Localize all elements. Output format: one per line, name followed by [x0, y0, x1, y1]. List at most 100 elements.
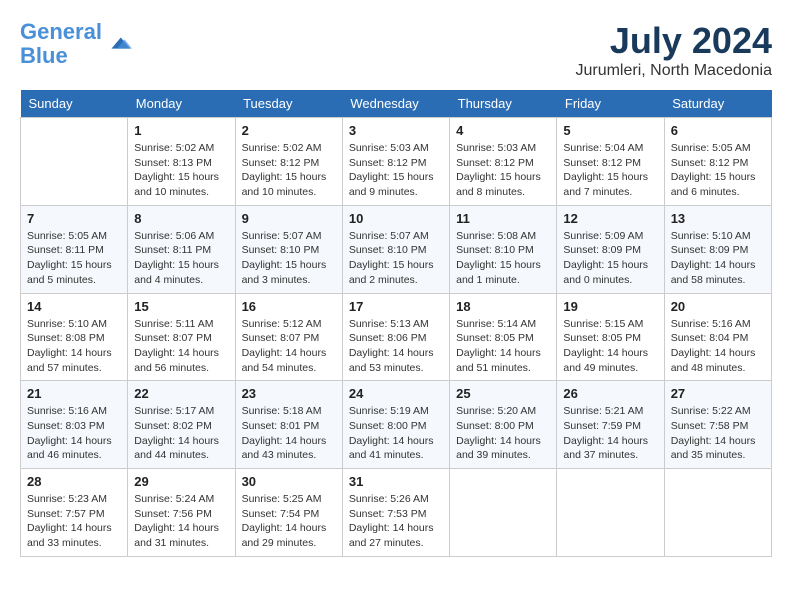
location: Jurumleri, North Macedonia — [575, 62, 772, 80]
day-of-week-header: Tuesday — [235, 90, 342, 118]
day-info: Sunrise: 5:02 AMSunset: 8:13 PMDaylight:… — [134, 141, 228, 200]
day-number: 13 — [671, 211, 765, 226]
day-number: 29 — [134, 474, 228, 489]
day-info: Sunrise: 5:19 AMSunset: 8:00 PMDaylight:… — [349, 404, 443, 463]
calendar-day-cell: 6 Sunrise: 5:05 AMSunset: 8:12 PMDaylight… — [664, 118, 771, 206]
day-info: Sunrise: 5:17 AMSunset: 8:02 PMDaylight:… — [134, 404, 228, 463]
calendar-day-cell: 10 Sunrise: 5:07 AMSunset: 8:10 PMDayligh… — [342, 205, 449, 293]
day-of-week-header: Wednesday — [342, 90, 449, 118]
calendar-week-row: 1 Sunrise: 5:02 AMSunset: 8:13 PMDaylight… — [21, 118, 772, 206]
logo-text: GeneralBlue — [20, 20, 102, 68]
calendar-day-cell: 28 Sunrise: 5:23 AMSunset: 7:57 PMDayligh… — [21, 469, 128, 557]
calendar-day-cell: 17 Sunrise: 5:13 AMSunset: 8:06 PMDayligh… — [342, 293, 449, 381]
day-number: 27 — [671, 386, 765, 401]
day-number: 2 — [242, 123, 336, 138]
calendar-day-cell: 9 Sunrise: 5:07 AMSunset: 8:10 PMDaylight… — [235, 205, 342, 293]
day-number: 22 — [134, 386, 228, 401]
day-number: 4 — [456, 123, 550, 138]
day-number: 23 — [242, 386, 336, 401]
day-number: 25 — [456, 386, 550, 401]
day-number: 9 — [242, 211, 336, 226]
calendar-day-cell: 27 Sunrise: 5:22 AMSunset: 7:58 PMDayligh… — [664, 381, 771, 469]
calendar-day-cell: 20 Sunrise: 5:16 AMSunset: 8:04 PMDayligh… — [664, 293, 771, 381]
day-info: Sunrise: 5:08 AMSunset: 8:10 PMDaylight:… — [456, 229, 550, 288]
calendar-day-cell: 31 Sunrise: 5:26 AMSunset: 7:53 PMDayligh… — [342, 469, 449, 557]
day-info: Sunrise: 5:02 AMSunset: 8:12 PMDaylight:… — [242, 141, 336, 200]
day-info: Sunrise: 5:24 AMSunset: 7:56 PMDaylight:… — [134, 492, 228, 551]
day-of-week-header: Saturday — [664, 90, 771, 118]
calendar-day-cell: 3Sunrise: 5:03 AMSunset: 8:12 PMDaylight… — [342, 118, 449, 206]
day-info: Sunrise: 5:07 AMSunset: 8:10 PMDaylight:… — [242, 229, 336, 288]
day-number: 14 — [27, 299, 121, 314]
day-info: Sunrise: 5:23 AMSunset: 7:57 PMDaylight:… — [27, 492, 121, 551]
calendar-day-cell: 2 Sunrise: 5:02 AMSunset: 8:12 PMDaylight… — [235, 118, 342, 206]
day-number: 7 — [27, 211, 121, 226]
day-of-week-header: Monday — [128, 90, 235, 118]
calendar-day-cell: 14Sunrise: 5:10 AMSunset: 8:08 PMDayligh… — [21, 293, 128, 381]
day-number: 15 — [134, 299, 228, 314]
day-number: 24 — [349, 386, 443, 401]
day-info: Sunrise: 5:05 AMSunset: 8:12 PMDaylight:… — [671, 141, 765, 200]
calendar-week-row: 14Sunrise: 5:10 AMSunset: 8:08 PMDayligh… — [21, 293, 772, 381]
calendar-day-cell — [450, 469, 557, 557]
day-number: 10 — [349, 211, 443, 226]
calendar-day-cell — [557, 469, 664, 557]
day-number: 1 — [134, 123, 228, 138]
calendar-day-cell: 25 Sunrise: 5:20 AMSunset: 8:00 PMDayligh… — [450, 381, 557, 469]
day-info: Sunrise: 5:16 AMSunset: 8:03 PMDaylight:… — [27, 404, 121, 463]
calendar-week-row: 28 Sunrise: 5:23 AMSunset: 7:57 PMDayligh… — [21, 469, 772, 557]
calendar-day-cell: 19 Sunrise: 5:15 AMSunset: 8:05 PMDayligh… — [557, 293, 664, 381]
day-number: 21 — [27, 386, 121, 401]
day-number: 31 — [349, 474, 443, 489]
calendar-day-cell: 1 Sunrise: 5:02 AMSunset: 8:13 PMDaylight… — [128, 118, 235, 206]
calendar-day-cell: 8 Sunrise: 5:06 AMSunset: 8:11 PMDaylight… — [128, 205, 235, 293]
page-header: GeneralBlue July 2024 Jurumleri, North M… — [20, 20, 772, 80]
calendar-day-cell: 30 Sunrise: 5:25 AMSunset: 7:54 PMDayligh… — [235, 469, 342, 557]
calendar-table: SundayMondayTuesdayWednesdayThursdayFrid… — [20, 90, 772, 557]
calendar-day-cell: 11 Sunrise: 5:08 AMSunset: 8:10 PMDayligh… — [450, 205, 557, 293]
calendar-day-cell: 29 Sunrise: 5:24 AMSunset: 7:56 PMDayligh… — [128, 469, 235, 557]
day-info: Sunrise: 5:25 AMSunset: 7:54 PMDaylight:… — [242, 492, 336, 551]
day-number: 11 — [456, 211, 550, 226]
day-of-week-header: Sunday — [21, 90, 128, 118]
day-info: Sunrise: 5:26 AMSunset: 7:53 PMDaylight:… — [349, 492, 443, 551]
title-block: July 2024 Jurumleri, North Macedonia — [575, 20, 772, 80]
day-info: Sunrise: 5:07 AMSunset: 8:10 PMDaylight:… — [349, 229, 443, 288]
day-number: 30 — [242, 474, 336, 489]
calendar-day-cell — [21, 118, 128, 206]
day-info: Sunrise: 5:03 AMSunset: 8:12 PMDaylight:… — [456, 141, 550, 200]
day-of-week-header: Friday — [557, 90, 664, 118]
day-number: 19 — [563, 299, 657, 314]
day-info: Sunrise: 5:16 AMSunset: 8:04 PMDaylight:… — [671, 317, 765, 376]
day-info: Sunrise: 5:13 AMSunset: 8:06 PMDaylight:… — [349, 317, 443, 376]
day-number: 26 — [563, 386, 657, 401]
day-number: 3 — [349, 123, 443, 138]
day-info: Sunrise: 5:22 AMSunset: 7:58 PMDaylight:… — [671, 404, 765, 463]
day-number: 8 — [134, 211, 228, 226]
calendar-day-cell: 16 Sunrise: 5:12 AMSunset: 8:07 PMDayligh… — [235, 293, 342, 381]
calendar-day-cell: 7 Sunrise: 5:05 AMSunset: 8:11 PMDaylight… — [21, 205, 128, 293]
day-info: Sunrise: 5:04 AMSunset: 8:12 PMDaylight:… — [563, 141, 657, 200]
day-info: Sunrise: 5:12 AMSunset: 8:07 PMDaylight:… — [242, 317, 336, 376]
calendar-day-cell: 23Sunrise: 5:18 AMSunset: 8:01 PMDayligh… — [235, 381, 342, 469]
calendar-day-cell — [664, 469, 771, 557]
calendar-day-cell: 15Sunrise: 5:11 AMSunset: 8:07 PMDayligh… — [128, 293, 235, 381]
calendar-day-cell: 4 Sunrise: 5:03 AMSunset: 8:12 PMDaylight… — [450, 118, 557, 206]
logo-icon — [104, 30, 132, 58]
day-number: 17 — [349, 299, 443, 314]
day-number: 20 — [671, 299, 765, 314]
day-number: 16 — [242, 299, 336, 314]
day-info: Sunrise: 5:05 AMSunset: 8:11 PMDaylight:… — [27, 229, 121, 288]
day-info: Sunrise: 5:20 AMSunset: 8:00 PMDaylight:… — [456, 404, 550, 463]
calendar-day-cell: 22 Sunrise: 5:17 AMSunset: 8:02 PMDayligh… — [128, 381, 235, 469]
day-number: 6 — [671, 123, 765, 138]
calendar-day-cell: 21 Sunrise: 5:16 AMSunset: 8:03 PMDayligh… — [21, 381, 128, 469]
day-info: Sunrise: 5:15 AMSunset: 8:05 PMDaylight:… — [563, 317, 657, 376]
calendar-week-row: 7 Sunrise: 5:05 AMSunset: 8:11 PMDaylight… — [21, 205, 772, 293]
calendar-day-cell: 13Sunrise: 5:10 AMSunset: 8:09 PMDayligh… — [664, 205, 771, 293]
day-number: 28 — [27, 474, 121, 489]
day-info: Sunrise: 5:21 AMSunset: 7:59 PMDaylight:… — [563, 404, 657, 463]
month-year: July 2024 — [575, 20, 772, 62]
calendar-header-row: SundayMondayTuesdayWednesdayThursdayFrid… — [21, 90, 772, 118]
day-info: Sunrise: 5:06 AMSunset: 8:11 PMDaylight:… — [134, 229, 228, 288]
